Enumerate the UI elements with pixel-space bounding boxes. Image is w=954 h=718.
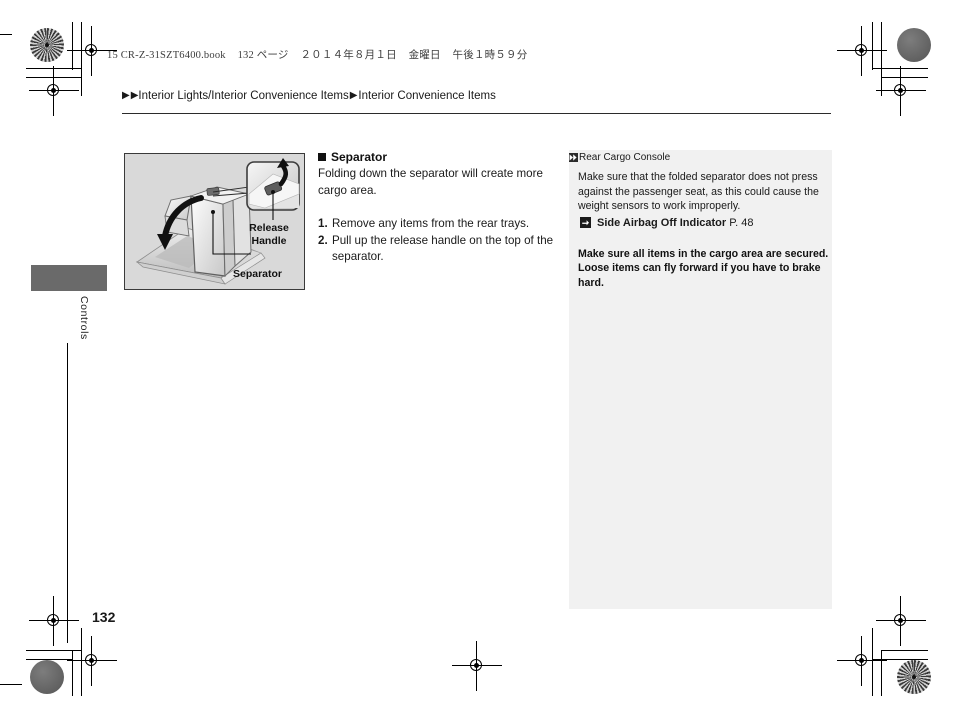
header-divider: [122, 113, 831, 115]
cross-reference-link[interactable]: Side Airbag Off Indicator P. 48: [578, 216, 830, 231]
registration-dot-icon: [897, 28, 931, 62]
step-text: Pull up the release handle on the top of…: [332, 233, 554, 264]
chapter-tab-rule: [67, 343, 69, 643]
figure-callout-release-line1: Release: [249, 222, 289, 234]
registration-target-icon: [67, 26, 117, 76]
registration-target-icon: [452, 641, 502, 691]
double-chevron-icon: [569, 153, 578, 162]
registration-target-icon: [29, 66, 79, 116]
side-note-text: Make sure that the folded separator does…: [578, 171, 819, 213]
side-note-heading-text: Rear Cargo Console: [579, 152, 671, 163]
main-content-column: Separator Folding down the separator wil…: [318, 150, 562, 266]
breadcrumb-arrow-icon: ▶: [122, 90, 130, 101]
registration-target-icon: [876, 66, 926, 116]
cross-reference-title: Side Airbag Off Indicator: [597, 216, 727, 229]
figure-callout-release-handle: Release Handle: [237, 222, 301, 247]
procedure-steps-list: 1. Remove any items from the rear trays.…: [318, 216, 562, 266]
print-header-page: 132 ページ: [237, 50, 289, 61]
breadcrumb-item-2[interactable]: Interior Convenience Items: [358, 90, 495, 102]
crop-mark-line: [0, 684, 22, 686]
registration-target-icon: [29, 596, 79, 646]
crop-mark-line: [26, 650, 82, 652]
crop-mark-line: [0, 34, 12, 36]
cross-reference-page: P. 48: [729, 216, 754, 229]
breadcrumb-arrow-icon: ▶: [349, 90, 358, 101]
print-header-date: ２０１４年８月１日: [300, 50, 397, 61]
registration-rosette-icon: [897, 660, 931, 694]
side-note-body: Make sure that the folded separator does…: [578, 170, 830, 291]
crop-mark-line: [881, 650, 928, 652]
registration-target-icon: [837, 636, 887, 686]
registration-dot-icon: [30, 660, 64, 694]
print-header: 15 CR-Z-31SZT6400.book 132 ページ ２０１４年８月１日…: [107, 47, 536, 62]
figure-callout-separator: Separator: [233, 268, 283, 280]
crop-mark-line: [881, 650, 883, 696]
side-note-panel: Rear Cargo Console Make sure that the fo…: [569, 150, 832, 609]
separator-illustration: Release Handle Separator: [124, 153, 305, 290]
crop-mark-line: [72, 650, 74, 696]
breadcrumb: ▶ ▶ Interior Lights/Interior Convenience…: [122, 90, 496, 102]
chapter-tab-block: [31, 265, 107, 291]
section-bullet-icon: [318, 153, 326, 161]
chapter-tab-label: Controls: [78, 296, 90, 340]
section-heading: Separator: [318, 150, 562, 164]
print-header-file: 15 CR-Z-31SZT6400.book: [107, 50, 226, 61]
figure-callout-release-line2: Handle: [251, 234, 287, 247]
registration-target-icon: [67, 636, 117, 686]
registration-rosette-icon: [30, 28, 64, 62]
crop-mark-line: [72, 22, 74, 70]
list-item: 2. Pull up the release handle on the top…: [318, 233, 562, 266]
step-number: 1.: [318, 217, 328, 230]
side-note-warning: Make sure all items in the cargo area ar…: [578, 247, 829, 289]
crop-mark-line: [881, 77, 928, 79]
breadcrumb-arrow-icon: ▶: [130, 90, 139, 101]
breadcrumb-item-1[interactable]: Interior Lights/Interior Convenience Ite…: [138, 90, 348, 102]
section-intro-text: Folding down the separator will create m…: [318, 167, 543, 197]
registration-target-icon: [837, 26, 887, 76]
reference-arrow-icon: [580, 217, 591, 229]
side-note-heading: Rear Cargo Console: [569, 152, 670, 163]
print-header-weekday: 金曜日: [408, 50, 441, 61]
page-number: 132: [92, 609, 116, 625]
section-heading-text: Separator: [331, 150, 388, 164]
print-header-time: 午後１時５９分: [452, 50, 528, 61]
registration-target-icon: [876, 596, 926, 646]
step-text: Remove any items from the rear trays.: [332, 217, 530, 230]
crop-mark-line: [881, 22, 883, 96]
step-number: 2.: [318, 233, 328, 247]
list-item: 1. Remove any items from the rear trays.: [318, 216, 562, 233]
